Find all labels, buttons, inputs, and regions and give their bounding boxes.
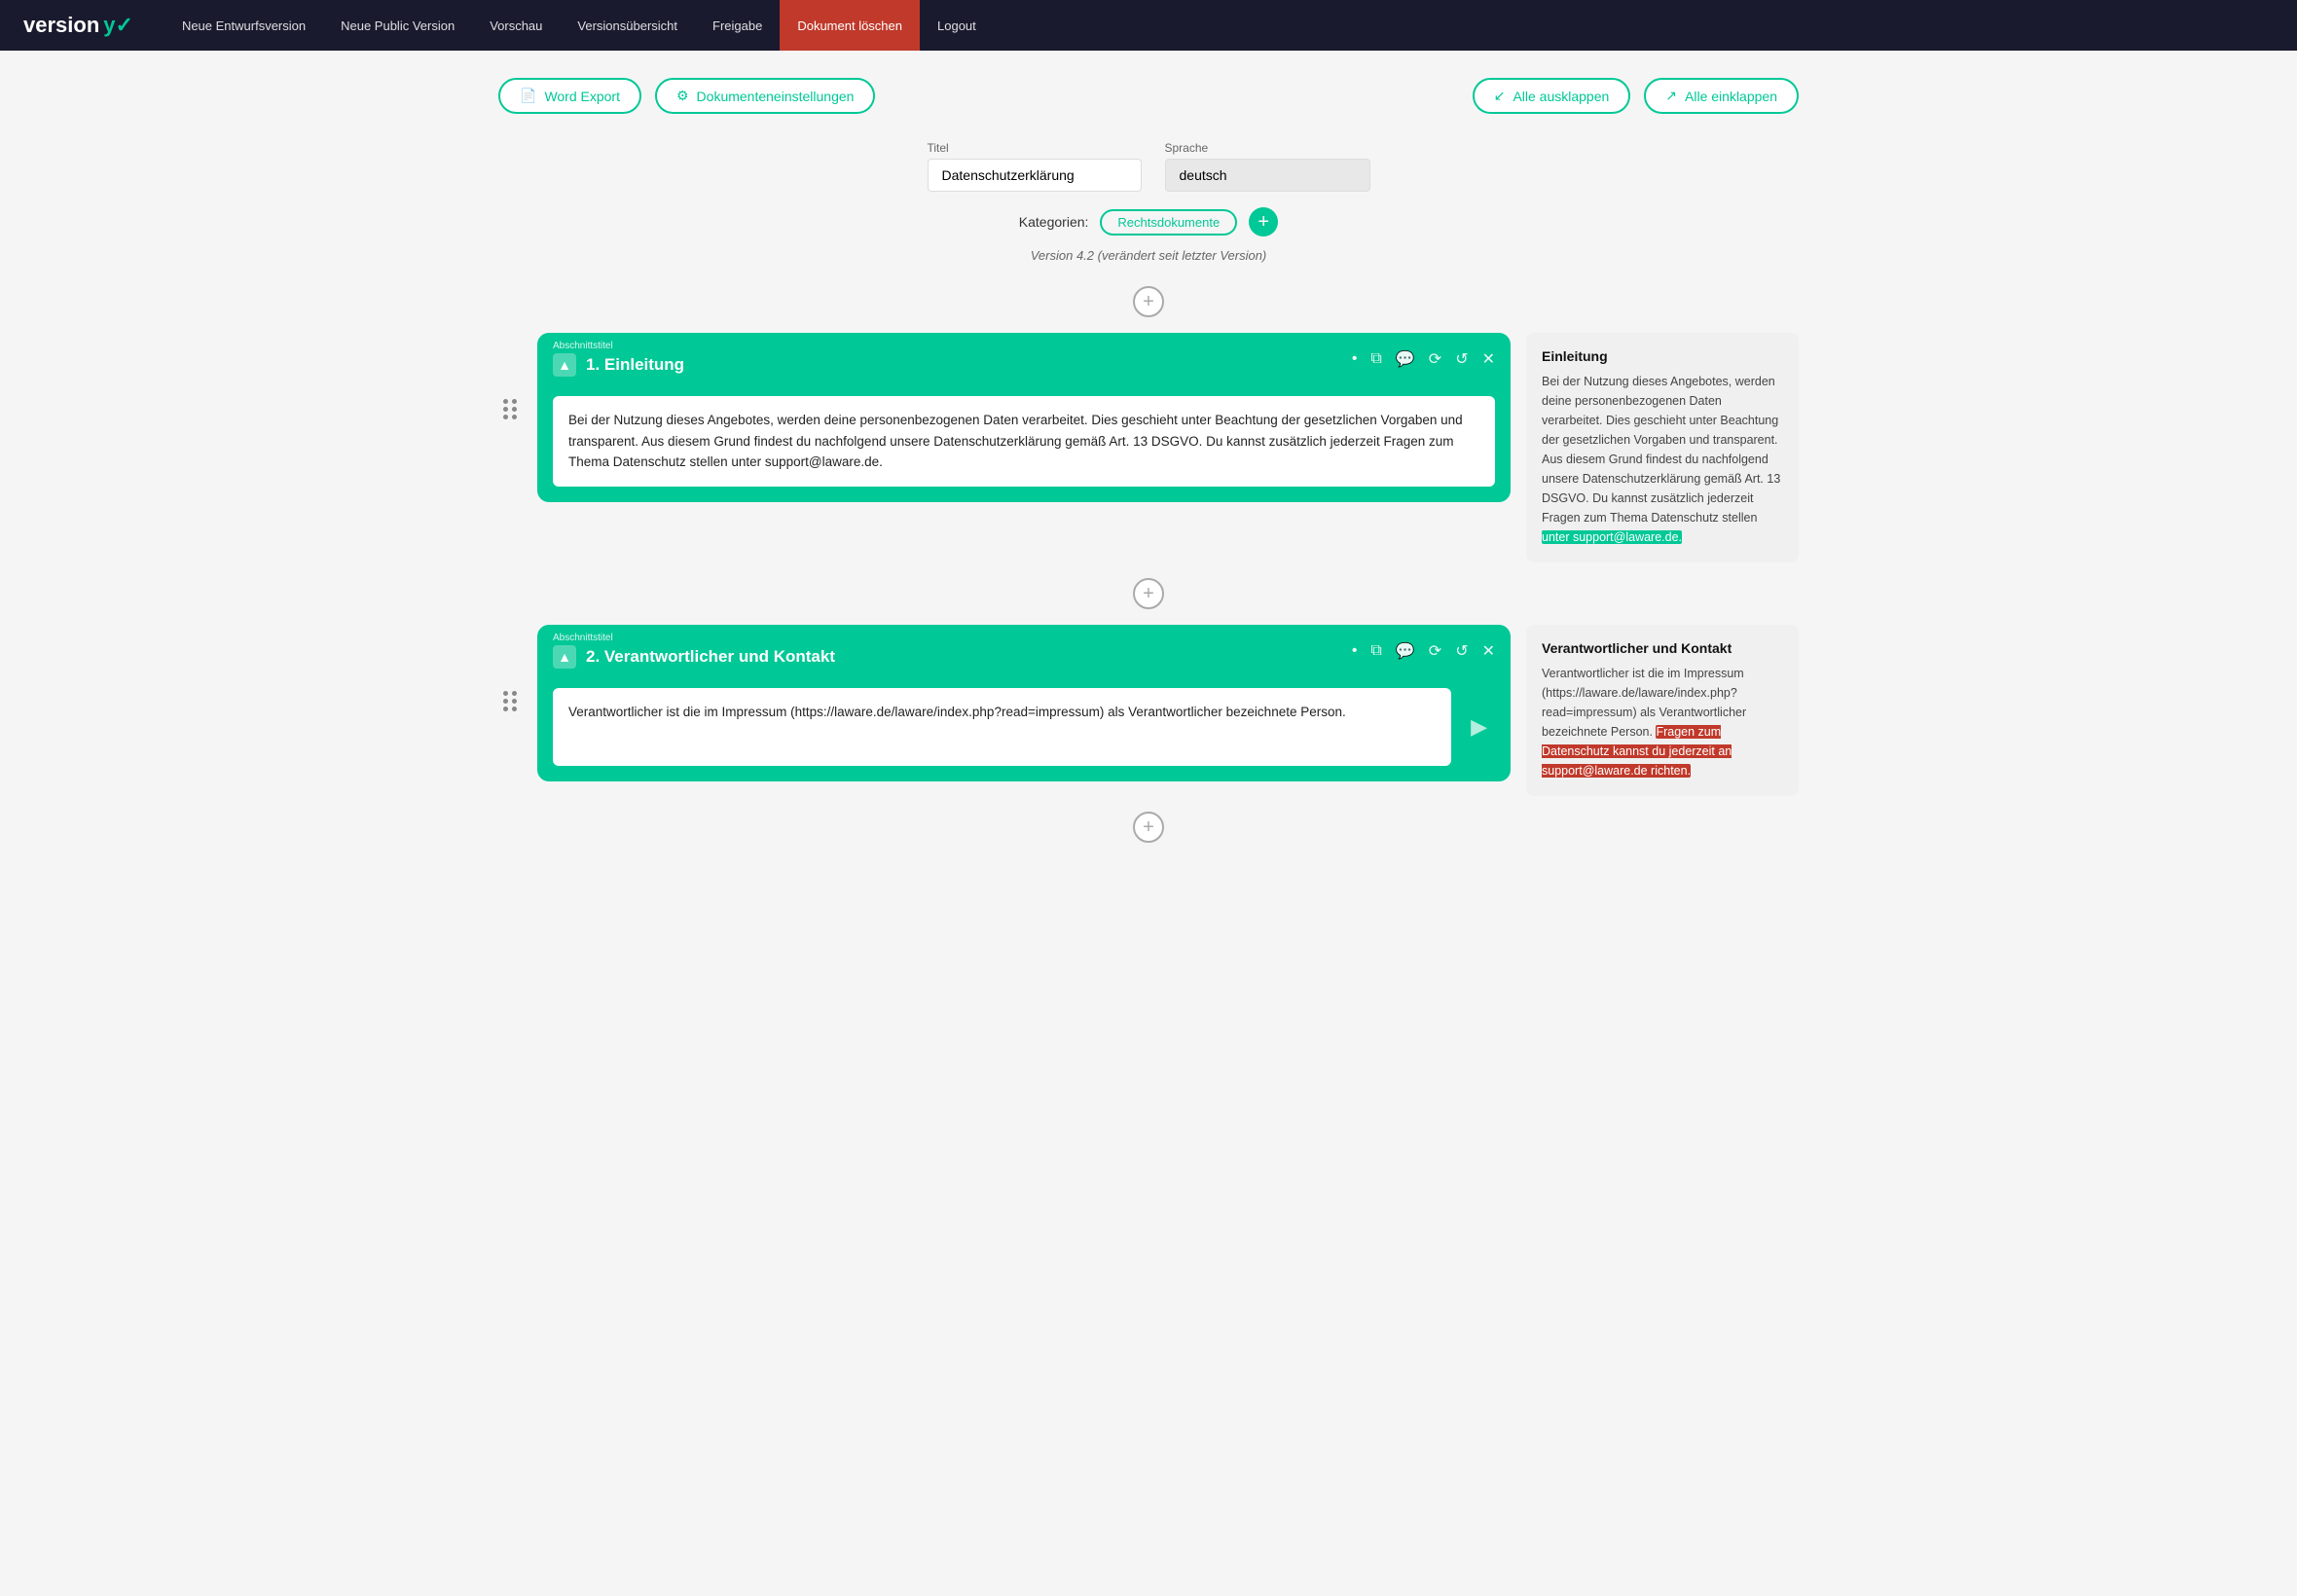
- nav-logout[interactable]: Logout: [920, 0, 994, 51]
- close-icon-1[interactable]: ✕: [1482, 349, 1495, 369]
- section-row-1: Abschnittstitel ▲ 1. Einleitung • ⧉ 💬 ⟳ …: [498, 333, 1799, 562]
- undo-icon-1[interactable]: ↺: [1455, 349, 1468, 369]
- copy-icon-2[interactable]: ⧉: [1370, 642, 1381, 660]
- comment-icon-1[interactable]: 💬: [1396, 349, 1415, 369]
- preview-2-body: Verantwortlicher ist die im Impressum (h…: [1542, 664, 1783, 780]
- section-2-up-button[interactable]: ▲: [553, 645, 576, 669]
- section-1-content-text: Bei der Nutzung dieses Angebotes, werden…: [568, 413, 1463, 469]
- drag-handle-1[interactable]: [498, 391, 522, 419]
- history-icon-2[interactable]: ⟳: [1429, 641, 1441, 661]
- version-text: Version 4.2 (verändert seit letzter Vers…: [1031, 248, 1267, 263]
- expand-icon: ↙: [1494, 88, 1506, 104]
- section-2-header-left: Abschnittstitel ▲ 2. Verantwortlicher un…: [553, 633, 835, 669]
- categories-label: Kategorien:: [1019, 214, 1089, 230]
- preview-2-title: Verantwortlicher und Kontakt: [1542, 640, 1783, 656]
- logo-text: version: [23, 13, 99, 38]
- history-icon-1[interactable]: ⟳: [1429, 349, 1441, 369]
- copy-icon-1[interactable]: ⧉: [1370, 350, 1381, 368]
- section-1-title: 1. Einleitung: [586, 355, 684, 375]
- toolbar-right: ↙ Alle ausklappen ↗ Alle einklappen: [1473, 78, 1799, 114]
- logo: versiony✓: [23, 13, 133, 38]
- word-export-label: Word Export: [544, 89, 620, 104]
- section-2-header: Abschnittstitel ▲ 2. Verantwortlicher un…: [537, 625, 1511, 676]
- collapse-all-button[interactable]: ↗ Alle einklappen: [1644, 78, 1799, 114]
- logo-y: y✓: [103, 13, 133, 38]
- section-2-title: 2. Verantwortlicher und Kontakt: [586, 647, 835, 667]
- bullet-icon-2[interactable]: •: [1352, 642, 1358, 660]
- settings-icon: ⚙: [676, 88, 689, 104]
- main-content: 📄 Word Export ⚙ Dokumenteneinstellungen …: [467, 51, 1830, 886]
- language-input[interactable]: [1165, 159, 1370, 192]
- title-label: Titel: [928, 141, 1142, 155]
- section-2-header-right: • ⧉ 💬 ⟳ ↺ ✕: [1352, 641, 1495, 661]
- nav-neue-public-version[interactable]: Neue Public Version: [323, 0, 472, 51]
- section-2-body: Verantwortlicher ist die im Impressum (h…: [537, 676, 1511, 781]
- section-2-content-text: Verantwortlicher ist die im Impressum (h…: [568, 705, 1346, 719]
- expand-all-label: Alle ausklappen: [1513, 89, 1609, 104]
- word-export-icon: 📄: [520, 88, 536, 104]
- preview-panel-1: Einleitung Bei der Nutzung dieses Angebo…: [1526, 333, 1799, 562]
- section-1-up-button[interactable]: ▲: [553, 353, 576, 377]
- add-section-top: +: [498, 286, 1799, 317]
- categories-row: Kategorien: Rechtsdokumente +: [1019, 207, 1278, 236]
- section-card-1: Abschnittstitel ▲ 1. Einleitung • ⧉ 💬 ⟳ …: [537, 333, 1511, 502]
- expand-all-button[interactable]: ↙ Alle ausklappen: [1473, 78, 1631, 114]
- section-2-content[interactable]: Verantwortlicher ist die im Impressum (h…: [553, 688, 1451, 766]
- section-1-header-left: Abschnittstitel ▲ 1. Einleitung: [553, 341, 684, 377]
- doc-settings-label: Dokumenteneinstellungen: [697, 89, 855, 104]
- collapse-all-label: Alle einklappen: [1685, 89, 1777, 104]
- section-card-2: Abschnittstitel ▲ 2. Verantwortlicher un…: [537, 625, 1511, 781]
- add-section-button-bottom[interactable]: +: [1133, 812, 1164, 843]
- add-category-button[interactable]: +: [1249, 207, 1278, 236]
- preview-1-body: Bei der Nutzung dieses Angebotes, werden…: [1542, 372, 1783, 547]
- section-1-content[interactable]: Bei der Nutzung dieses Angebotes, werden…: [553, 396, 1495, 487]
- section-1-body: Bei der Nutzung dieses Angebotes, werden…: [537, 384, 1511, 502]
- title-input[interactable]: [928, 159, 1142, 192]
- add-section-middle: +: [498, 578, 1799, 609]
- section-1-header-right: • ⧉ 💬 ⟳ ↺ ✕: [1352, 349, 1495, 369]
- nav-neue-entwurfsversion[interactable]: Neue Entwurfsversion: [164, 0, 323, 51]
- doc-fields: Titel Sprache: [928, 141, 1370, 192]
- section-1-title-row: ▲ 1. Einleitung: [553, 353, 684, 377]
- document-meta: Titel Sprache Kategorien: Rechtsdokument…: [498, 141, 1799, 263]
- section-1-header: Abschnittstitel ▲ 1. Einleitung • ⧉ 💬 ⟳ …: [537, 333, 1511, 384]
- preview-1-body-before: Bei der Nutzung dieses Angebotes, werden…: [1542, 375, 1780, 525]
- doc-settings-button[interactable]: ⚙ Dokumenteneinstellungen: [655, 78, 875, 114]
- toolbar-left: 📄 Word Export ⚙ Dokumenteneinstellungen: [498, 78, 875, 114]
- nav-versionsübersicht[interactable]: Versionsübersicht: [560, 0, 695, 51]
- section-2-arrow: ▶: [1463, 714, 1495, 740]
- drag-handle-2[interactable]: [498, 683, 522, 711]
- nav-freigabe[interactable]: Freigabe: [695, 0, 780, 51]
- preview-panel-2: Verantwortlicher und Kontakt Verantwortl…: [1526, 625, 1799, 796]
- language-label: Sprache: [1165, 141, 1370, 155]
- language-field-group: Sprache: [1165, 141, 1370, 192]
- section-row-2: Abschnittstitel ▲ 2. Verantwortlicher un…: [498, 625, 1799, 796]
- add-section-button-top[interactable]: +: [1133, 286, 1164, 317]
- category-tag[interactable]: Rechtsdokumente: [1100, 209, 1237, 236]
- toolbar: 📄 Word Export ⚙ Dokumenteneinstellungen …: [498, 78, 1799, 114]
- close-icon-2[interactable]: ✕: [1482, 641, 1495, 661]
- section-2-title-row: ▲ 2. Verantwortlicher und Kontakt: [553, 645, 835, 669]
- collapse-icon: ↗: [1665, 88, 1677, 104]
- add-section-button-middle[interactable]: +: [1133, 578, 1164, 609]
- right-arrow-icon: ▶: [1471, 714, 1487, 740]
- comment-icon-2[interactable]: 💬: [1396, 641, 1415, 661]
- nav-dokument-löschen[interactable]: Dokument löschen: [780, 0, 920, 51]
- preview-1-title: Einleitung: [1542, 348, 1783, 364]
- bullet-icon-1[interactable]: •: [1352, 350, 1358, 368]
- preview-1-highlight: unter support@laware.de.: [1542, 530, 1682, 544]
- nav-menu: Neue Entwurfsversion Neue Public Version…: [164, 0, 2274, 51]
- section-2-subtitle: Abschnittstitel: [553, 633, 835, 643]
- nav-vorschau[interactable]: Vorschau: [472, 0, 560, 51]
- navbar: versiony✓ Neue Entwurfsversion Neue Publ…: [0, 0, 2297, 51]
- add-section-bottom: +: [498, 812, 1799, 843]
- undo-icon-2[interactable]: ↺: [1455, 641, 1468, 661]
- word-export-button[interactable]: 📄 Word Export: [498, 78, 641, 114]
- section-1-subtitle: Abschnittstitel: [553, 341, 684, 351]
- title-field-group: Titel: [928, 141, 1142, 192]
